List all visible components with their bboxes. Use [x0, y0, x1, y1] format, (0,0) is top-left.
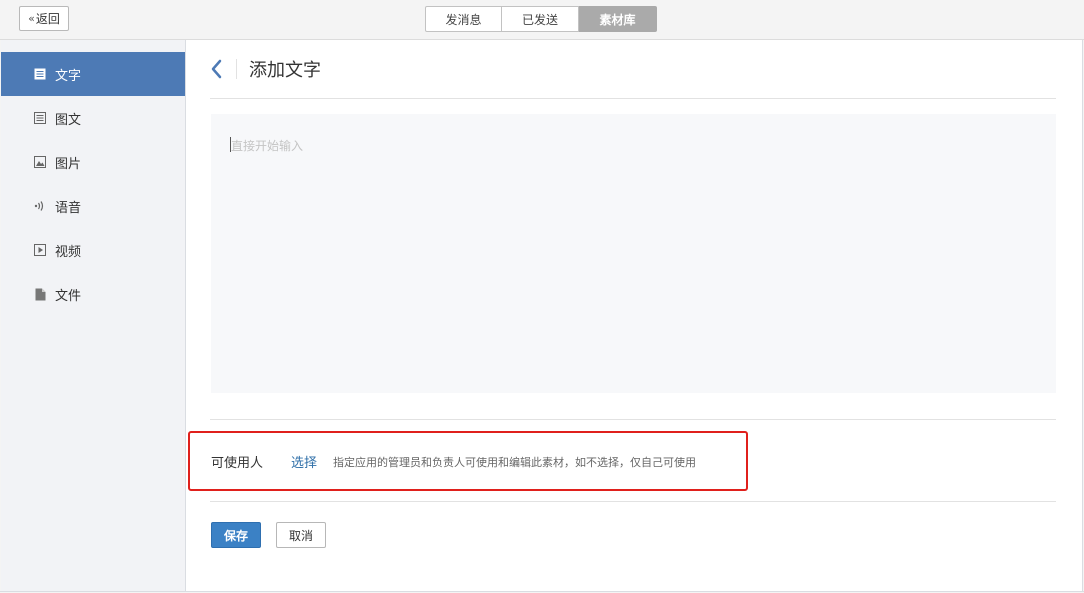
tab-material-library[interactable]: 素材库 [579, 6, 657, 32]
select-users-link[interactable]: 选择 [291, 452, 317, 471]
back-button-label: 返回 [35, 12, 60, 26]
sidebar-item-label: 语音 [55, 200, 82, 216]
file-icon [33, 287, 47, 301]
sidebar-item-label: 文字 [55, 68, 82, 84]
save-button[interactable]: 保存 [211, 522, 261, 548]
video-icon [33, 243, 47, 257]
divider [210, 419, 1056, 420]
sidebar-item-video[interactable]: 视频 [1, 228, 185, 272]
chevron-left-icon[interactable] [210, 57, 226, 81]
top-tabs: 发消息 已发送 素材库 [425, 6, 657, 32]
cancel-button[interactable]: 取消 [276, 522, 326, 548]
sidebar-item-article[interactable]: 图文 [1, 96, 185, 140]
image-icon [33, 155, 47, 169]
divider [210, 501, 1056, 502]
sidebar-item-label: 图片 [55, 156, 82, 172]
sidebar-item-label: 图文 [55, 112, 82, 128]
sidebar-item-image[interactable]: 图片 [1, 140, 185, 184]
frame-border-right [1082, 40, 1083, 592]
tab-sent[interactable]: 已发送 [502, 6, 579, 32]
sidebar-item-text[interactable]: 文字 [1, 52, 185, 96]
double-chevron-left-icon: « [28, 12, 35, 25]
top-bar: « 返回 发消息 已发送 素材库 [0, 0, 1084, 40]
main-panel: 添加文字 直接开始输入 可使用人 选择 指定应用的管理员和负责人可使用和编辑此素… [186, 40, 1083, 592]
sidebar: 文字 图文 图片 语音 视频 文件 [1, 40, 186, 592]
sidebar-item-label: 视频 [55, 244, 82, 260]
tab-send-message[interactable]: 发消息 [425, 6, 502, 32]
frame-border-bottom [0, 591, 1084, 592]
article-icon [33, 111, 47, 125]
back-button[interactable]: « 返回 [19, 6, 69, 31]
title-row: 添加文字 [210, 54, 321, 84]
sidebar-item-file[interactable]: 文件 [1, 272, 185, 316]
divider [210, 98, 1056, 99]
sidebar-item-label: 文件 [55, 288, 82, 304]
permission-label: 可使用人 [211, 456, 264, 471]
permission-description: 指定应用的管理员和负责人可使用和编辑此素材，如不选择，仅自己可使用 [333, 456, 696, 469]
editor-placeholder: 直接开始输入 [231, 139, 304, 153]
sidebar-item-audio[interactable]: 语音 [1, 184, 185, 228]
audio-icon [33, 199, 47, 213]
page-title: 添加文字 [249, 60, 321, 81]
text-editor[interactable]: 直接开始输入 [211, 114, 1056, 393]
text-doc-icon [33, 67, 47, 81]
title-divider [236, 59, 237, 79]
